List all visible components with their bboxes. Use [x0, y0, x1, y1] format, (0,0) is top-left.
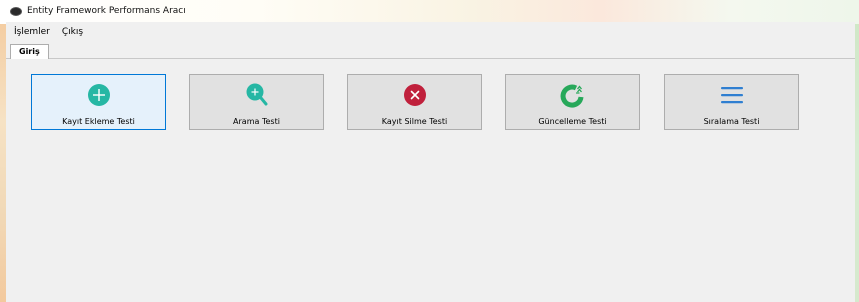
search-test-button[interactable]: Arama Testi	[189, 74, 324, 130]
delete-record-test-button[interactable]: Kayıt Silme Testi	[347, 74, 482, 130]
tab-strip: Giriş	[6, 42, 855, 59]
add-record-test-button[interactable]: Kayıt Ekleme Testi	[31, 74, 166, 130]
sort-test-label: Sıralama Testi	[703, 117, 760, 126]
window-title: Entity Framework Performans Aracı	[27, 6, 186, 16]
background-right-edge	[855, 0, 859, 302]
list-icon	[720, 87, 743, 104]
add-record-test-label: Kayıt Ekleme Testi	[62, 117, 135, 126]
tab-giris[interactable]: Giriş	[10, 44, 49, 59]
add-circle-icon	[87, 84, 110, 106]
app-icon	[10, 6, 22, 16]
update-test-button[interactable]: Güncelleme Testi	[505, 74, 640, 130]
menu-bar: İşlemler Çıkış	[6, 22, 855, 42]
menu-cikis[interactable]: Çıkış	[56, 23, 89, 41]
app-window: Entity Framework Performans Aracı İşleml…	[6, 0, 855, 302]
sort-test-button[interactable]: Sıralama Testi	[664, 74, 799, 130]
update-test-label: Güncelleme Testi	[538, 117, 607, 126]
menu-islemler[interactable]: İşlemler	[6, 23, 56, 41]
main-content: Giriş Kayıt Ekleme Testi Arama Testi Kay…	[6, 42, 855, 302]
search-add-icon	[246, 83, 267, 106]
delete-circle-icon	[403, 84, 426, 106]
update-icon	[560, 84, 583, 108]
title-bar[interactable]: Entity Framework Performans Aracı	[6, 0, 855, 22]
delete-record-test-label: Kayıt Silme Testi	[381, 117, 448, 126]
search-test-label: Arama Testi	[233, 117, 280, 126]
tab-page-giris: Kayıt Ekleme Testi Arama Testi Kayıt Sil…	[6, 59, 855, 302]
